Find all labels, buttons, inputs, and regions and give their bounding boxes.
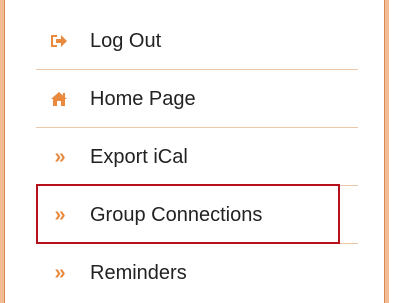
- menu-item-label: Reminders: [90, 261, 187, 284]
- sidebar-panel: Log Out Home Page » Export iCal » Group …: [0, 0, 404, 303]
- sidebar-menu: Log Out Home Page » Export iCal » Group …: [36, 12, 358, 302]
- home-icon: [50, 90, 68, 108]
- panel-left-border-line: [4, 0, 5, 303]
- menu-item-label: Home Page: [90, 87, 196, 110]
- double-chevron-right-icon: »: [54, 262, 65, 284]
- menu-item-label: Export iCal: [90, 145, 188, 168]
- menu-item-export-ical[interactable]: » Export iCal: [36, 128, 358, 186]
- panel-right-border: [385, 0, 389, 303]
- menu-item-label: Log Out: [90, 29, 162, 52]
- sign-out-icon: [50, 32, 68, 50]
- menu-item-log-out[interactable]: Log Out: [36, 12, 358, 70]
- double-chevron-right-icon: »: [54, 146, 65, 168]
- menu-item-reminders[interactable]: » Reminders: [36, 244, 358, 302]
- menu-item-home-page[interactable]: Home Page: [36, 70, 358, 128]
- highlight-box: [36, 184, 340, 244]
